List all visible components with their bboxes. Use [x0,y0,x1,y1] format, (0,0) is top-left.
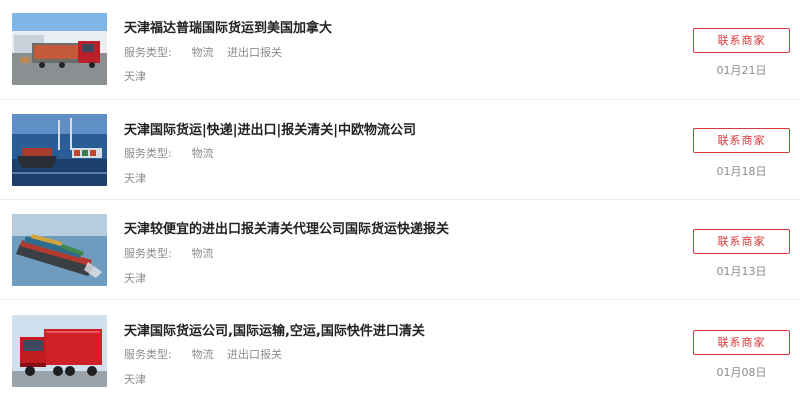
service-types: 服务类型: 物流 进出口报关 [124,346,292,362]
port-ship-image [12,114,107,186]
list-item[interactable]: 天津国际货运|快递|进出口|报关清关|中欧物流公司 服务类型: 物流 天津 联系… [0,100,800,200]
red-truck-photo[interactable] [12,315,107,387]
service-tag: 物流 [191,247,214,260]
container-ship-image [12,214,107,286]
listing-title[interactable]: 天津国际货运|快递|进出口|报关清关|中欧物流公司 [124,119,416,138]
contact-merchant-button[interactable]: 联系商家 [693,229,790,254]
post-date: 01月18日 [716,165,767,178]
list-item[interactable]: 天津国际货运公司,国际运输,空运,国际快件进口清关 服务类型: 物流 进出口报关… [0,300,800,400]
listing-title[interactable]: 天津较便宜的进出口报关清关代理公司国际货运快递报关 [124,218,449,237]
service-types: 服务类型: 物流 进出口报关 [124,44,292,60]
service-types: 服务类型: 物流 [124,145,224,161]
location: 天津 [124,172,146,185]
post-date: 01月21日 [716,64,767,77]
service-type-label: 服务类型: [124,46,172,59]
post-date: 01月13日 [716,265,767,278]
service-type-label: 服务类型: [124,147,172,160]
service-type-label: 服务类型: [124,348,172,361]
listing-title[interactable]: 天津福达普瑞国际货运到美国加拿大 [124,17,332,36]
merchant-list: 天津福达普瑞国际货运到美国加拿大 服务类型: 物流 进出口报关 天津 联系商家 … [0,0,800,403]
location: 天津 [124,272,146,285]
service-tag: 进出口报关 [227,46,282,59]
service-tag: 进出口报关 [227,348,282,361]
service-tag: 物流 [191,46,214,59]
service-types: 服务类型: 物流 [124,245,224,261]
contact-merchant-button[interactable]: 联系商家 [693,28,790,53]
contact-merchant-button[interactable]: 联系商家 [693,128,790,153]
red-truck-image [12,315,107,387]
list-item[interactable]: 天津福达普瑞国际货运到美国加拿大 服务类型: 物流 进出口报关 天津 联系商家 … [0,0,800,100]
list-item[interactable]: 天津较便宜的进出口报关清关代理公司国际货运快递报关 服务类型: 物流 天津 联系… [0,200,800,300]
port-ship-photo[interactable] [12,114,107,186]
location: 天津 [124,373,146,386]
post-date: 01月08日 [716,366,767,379]
service-type-label: 服务类型: [124,247,172,260]
truck-warehouse-image [12,13,107,85]
listing-title[interactable]: 天津国际货运公司,国际运输,空运,国际快件进口清关 [124,320,425,339]
truck-warehouse-photo[interactable] [12,13,107,85]
service-tag: 物流 [191,147,214,160]
contact-merchant-button[interactable]: 联系商家 [693,330,790,355]
location: 天津 [124,70,146,83]
container-ship-photo[interactable] [12,214,107,286]
service-tag: 物流 [191,348,214,361]
